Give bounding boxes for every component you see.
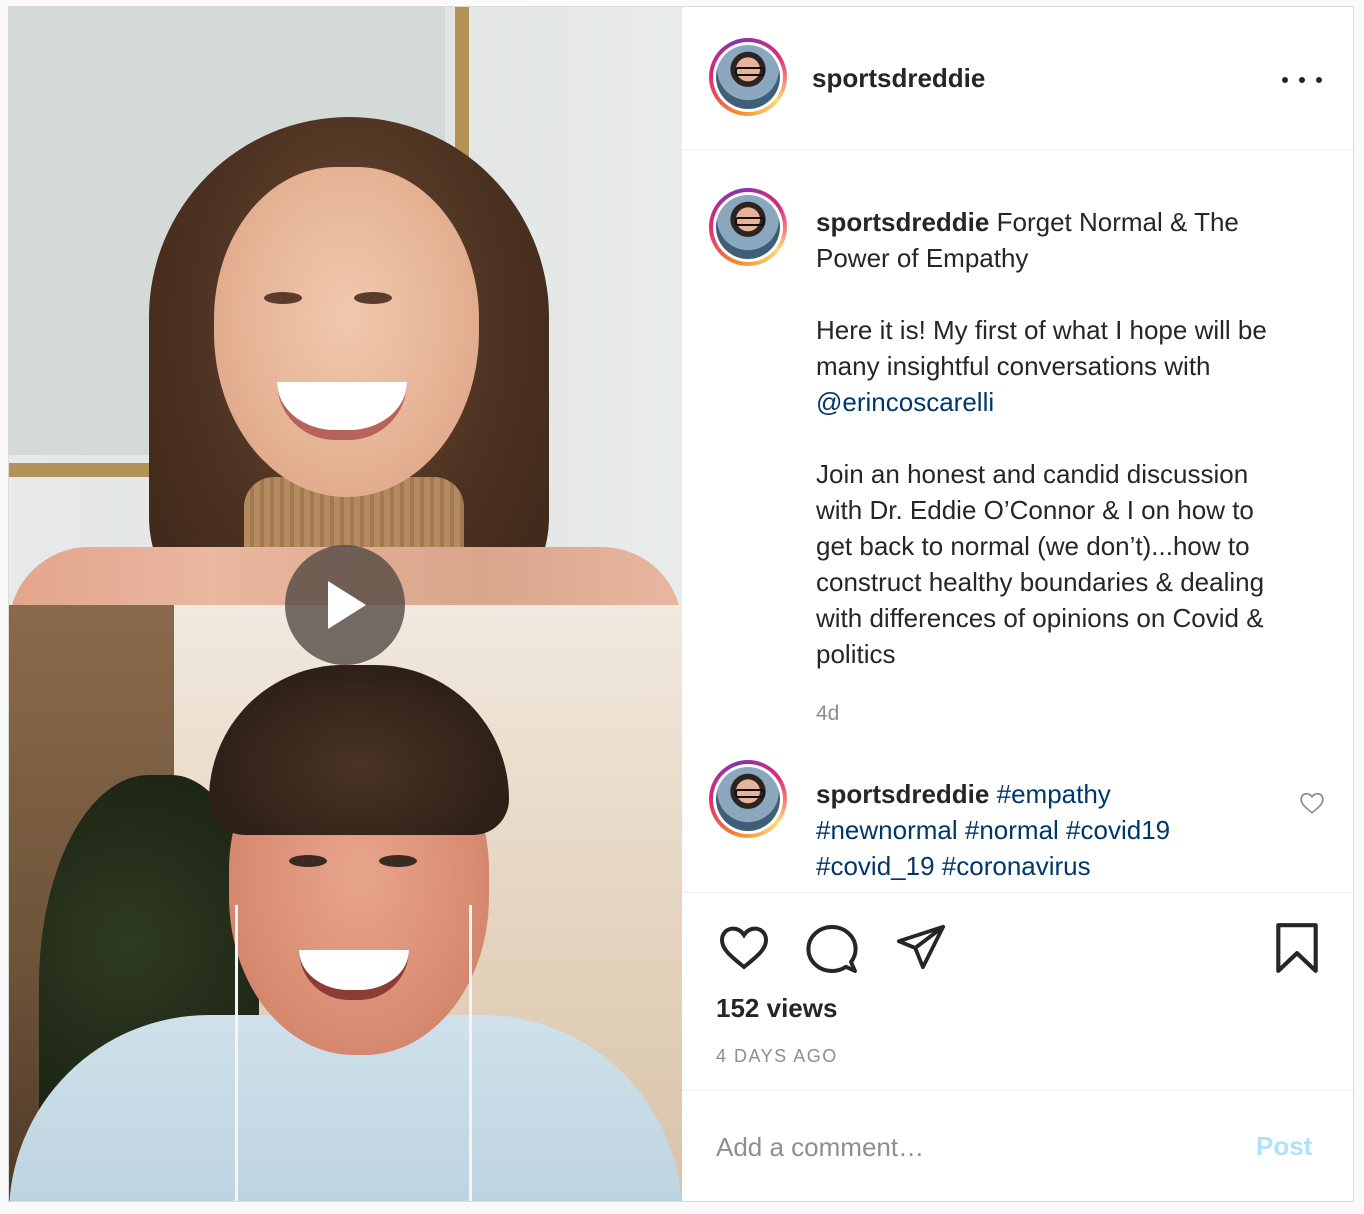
caption-text: sportsdreddie Forget Normal & The Power …: [816, 207, 1267, 669]
instagram-post: sportsdreddie sportsdreddie Forget Norma…: [8, 6, 1354, 1202]
comment-input[interactable]: [716, 1127, 1216, 1167]
more-horizontal-icon: [1282, 77, 1288, 83]
hashtag-link[interactable]: #covid19: [1066, 815, 1170, 845]
video-top-panel: [9, 7, 682, 605]
views-count[interactable]: 152 views: [716, 993, 837, 1024]
avatar[interactable]: [709, 38, 787, 116]
add-comment-bar: Post: [682, 1090, 1353, 1201]
woman-face: [214, 167, 479, 497]
post-header: sportsdreddie: [682, 7, 1353, 150]
comment-text: sportsdreddie #empathy #newnormal #norma…: [816, 776, 1286, 884]
play-icon: [328, 581, 366, 629]
bookmark-icon[interactable]: [1274, 921, 1320, 975]
paper-plane-icon[interactable]: [896, 923, 946, 971]
caption-timestamp[interactable]: 4d: [816, 702, 839, 726]
earbud-cable-right: [469, 905, 472, 1201]
hashtag-link[interactable]: #newnormal: [816, 815, 958, 845]
hashtag-link[interactable]: #empathy: [997, 779, 1111, 809]
post-actions: 152 views 4 DAYS AGO: [682, 892, 1353, 1090]
earbud-cable-left: [235, 905, 238, 1201]
hashtag-link[interactable]: #coronavirus: [942, 851, 1091, 881]
comment-username[interactable]: sportsdreddie: [816, 779, 989, 809]
comments-section[interactable]: sportsdreddie Forget Normal & The Power …: [682, 150, 1353, 892]
heart-icon[interactable]: [718, 923, 770, 971]
profile-picture: [716, 45, 780, 109]
video-bottom-panel: [9, 605, 682, 1201]
video-media[interactable]: [9, 7, 682, 1201]
post-comment-button[interactable]: Post: [1256, 1131, 1312, 1162]
mention-link[interactable]: @erincoscarelli: [816, 387, 994, 417]
caption-username[interactable]: sportsdreddie: [816, 207, 989, 237]
caption-avatar[interactable]: [709, 188, 787, 266]
comment-like-heart-icon[interactable]: [1299, 790, 1325, 816]
hashtag-link[interactable]: #normal: [965, 815, 1059, 845]
post-side-panel: sportsdreddie sportsdreddie Forget Norma…: [682, 7, 1353, 1201]
play-button[interactable]: [285, 545, 405, 665]
post-date[interactable]: 4 DAYS AGO: [716, 1046, 838, 1067]
hashtag-link[interactable]: #covid_19: [816, 851, 935, 881]
header-username[interactable]: sportsdreddie: [812, 63, 985, 94]
comment-bubble-icon[interactable]: [806, 923, 858, 975]
comment-avatar[interactable]: [709, 760, 787, 838]
more-options-button[interactable]: [1282, 65, 1322, 95]
